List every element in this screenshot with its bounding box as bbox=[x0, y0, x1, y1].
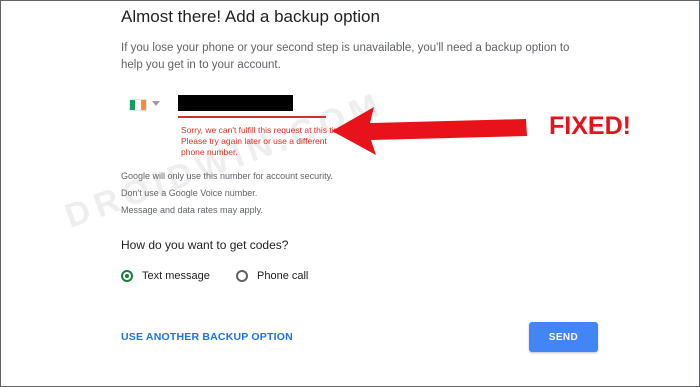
input-error-underline bbox=[178, 116, 326, 118]
ireland-flag-icon[interactable] bbox=[130, 100, 146, 110]
radio-unchecked-icon[interactable] bbox=[236, 270, 248, 282]
page-title: Almost there! Add a backup option bbox=[121, 7, 380, 26]
helper-text: Google will only use this number for acc… bbox=[121, 168, 333, 219]
codes-question: How do you want to get codes? bbox=[121, 238, 289, 252]
red-arrow-icon bbox=[332, 107, 527, 155]
text-message-label: Text message bbox=[142, 270, 210, 282]
helper-line: Don't use a Google Voice number. bbox=[121, 188, 258, 198]
intro-text: If you lose your phone or your second st… bbox=[121, 42, 570, 71]
helper-line: Message and data rates may apply. bbox=[121, 205, 263, 215]
phone-call-option[interactable]: Phone call bbox=[236, 267, 308, 285]
use-another-backup-option-button[interactable]: USE ANOTHER BACKUP OPTION bbox=[121, 331, 293, 343]
radio-checked-icon[interactable] bbox=[121, 270, 133, 282]
chevron-down-icon[interactable] bbox=[152, 101, 160, 106]
fixed-annotation: FIXED! bbox=[549, 112, 631, 140]
phone-number-row bbox=[128, 95, 328, 118]
error-message: Sorry, we can't fulfill this request at … bbox=[181, 125, 348, 157]
phone-call-label: Phone call bbox=[257, 270, 309, 282]
text-message-option[interactable]: Text message bbox=[121, 267, 210, 285]
phone-number-input[interactable] bbox=[178, 95, 293, 111]
send-button[interactable]: SEND bbox=[529, 322, 598, 352]
helper-line: Google will only use this number for acc… bbox=[121, 171, 333, 181]
